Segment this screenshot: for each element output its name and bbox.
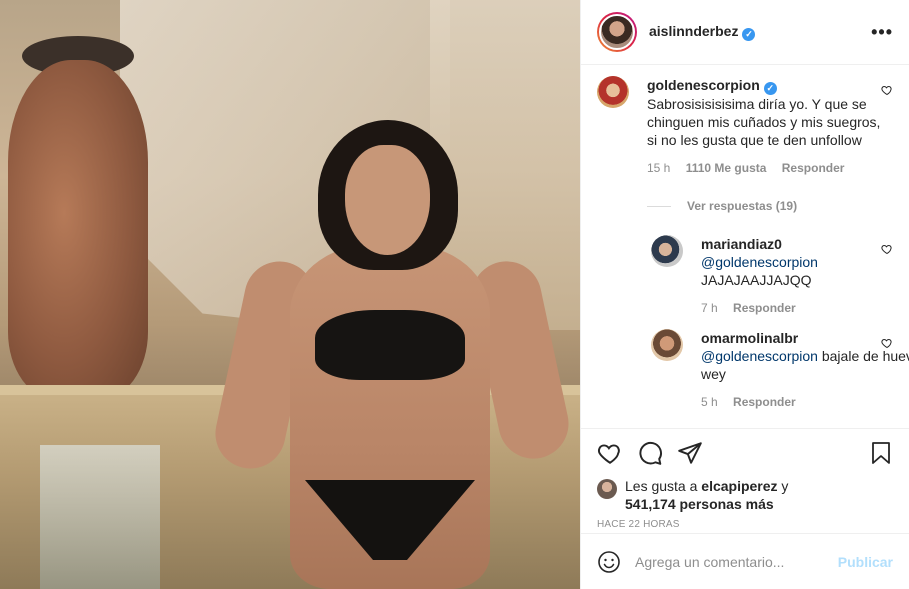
- comment-username[interactable]: goldenescorpion: [647, 77, 760, 93]
- comment-input[interactable]: [635, 553, 838, 570]
- save-bookmark-icon[interactable]: [869, 440, 893, 466]
- like-comment-heart-icon[interactable]: [881, 243, 893, 255]
- mention-link[interactable]: @goldenescorpion: [701, 254, 818, 270]
- comments-list[interactable]: goldenescorpion ✓ Sabrosisisisisima diría…: [581, 66, 909, 428]
- view-replies-button[interactable]: Ver respuestas (19): [647, 199, 893, 213]
- likes-count-link[interactable]: 541,174 personas más: [625, 496, 774, 512]
- liker-avatar[interactable]: [597, 479, 617, 499]
- add-comment-bar: Publicar: [581, 533, 909, 589]
- author-username[interactable]: aislinnderbez ✓: [649, 23, 756, 41]
- more-options-icon[interactable]: •••: [871, 22, 893, 43]
- mention-link[interactable]: @goldenescorpion: [701, 348, 818, 364]
- likes-summary: Les gusta a elcapiperez y 541,174 person…: [597, 477, 893, 513]
- comment-time[interactable]: 5 h: [701, 395, 718, 409]
- comment-time[interactable]: 7 h: [701, 301, 718, 315]
- reply-button[interactable]: Responder: [733, 301, 796, 315]
- post-side-panel: aislinnderbez ✓ ••• goldenescorpion ✓ Sabr…: [580, 0, 909, 589]
- comment-meta: 15 h 1110 Me gusta Responder: [647, 161, 887, 175]
- comment-bubble-icon[interactable]: [637, 440, 663, 466]
- comment-username[interactable]: omarmolinalbr: [701, 330, 798, 346]
- verified-badge-icon: ✓: [763, 82, 777, 95]
- publish-button[interactable]: Publicar: [838, 554, 893, 570]
- like-comment-heart-icon[interactable]: [881, 337, 893, 349]
- like-comment-heart-icon[interactable]: [881, 84, 893, 96]
- post-timestamp[interactable]: HACE 22 HORAS: [597, 519, 893, 530]
- verified-badge-icon: ✓: [742, 28, 756, 41]
- comment-username[interactable]: mariandiaz0: [701, 236, 782, 252]
- share-paper-plane-icon[interactable]: [677, 440, 703, 466]
- post-actions: Les gusta a elcapiperez y 541,174 person…: [581, 428, 909, 530]
- commenter-avatar[interactable]: [597, 76, 629, 108]
- clay-vase: [8, 60, 148, 400]
- comment-text: JAJAJAAJJAJQQ: [701, 272, 812, 288]
- woman-figure: [208, 120, 576, 589]
- reply-item: omarmolinalbr @goldenescorpion bajale de…: [651, 329, 909, 409]
- author-avatar[interactable]: [597, 12, 637, 52]
- comment-meta: 7 h Responder: [701, 301, 909, 315]
- action-icons-row: [597, 439, 893, 467]
- reply-button[interactable]: Responder: [782, 161, 845, 175]
- liker-username[interactable]: elcapiperez: [701, 478, 777, 494]
- like-heart-icon[interactable]: [597, 440, 623, 466]
- reply-button[interactable]: Responder: [733, 395, 796, 409]
- reply-item: mariandiaz0 @goldenescorpion JAJAJAAJJAJ…: [651, 235, 893, 315]
- comment-time[interactable]: 15 h: [647, 161, 670, 175]
- post-photo[interactable]: [0, 0, 580, 589]
- waterfall: [40, 445, 160, 589]
- divider-line: [647, 205, 671, 207]
- comment-meta: 5 h Responder: [701, 395, 909, 409]
- comment-text: Sabrosisisisisima diría yo. Y que se chi…: [647, 96, 881, 148]
- comment-likes[interactable]: 1110 Me gusta: [686, 161, 767, 175]
- post-header: aislinnderbez ✓ •••: [581, 0, 909, 65]
- comment-item: goldenescorpion ✓ Sabrosisisisisima diría…: [597, 76, 893, 175]
- commenter-avatar[interactable]: [651, 235, 683, 267]
- commenter-avatar[interactable]: [651, 329, 683, 361]
- emoji-icon[interactable]: [597, 550, 621, 574]
